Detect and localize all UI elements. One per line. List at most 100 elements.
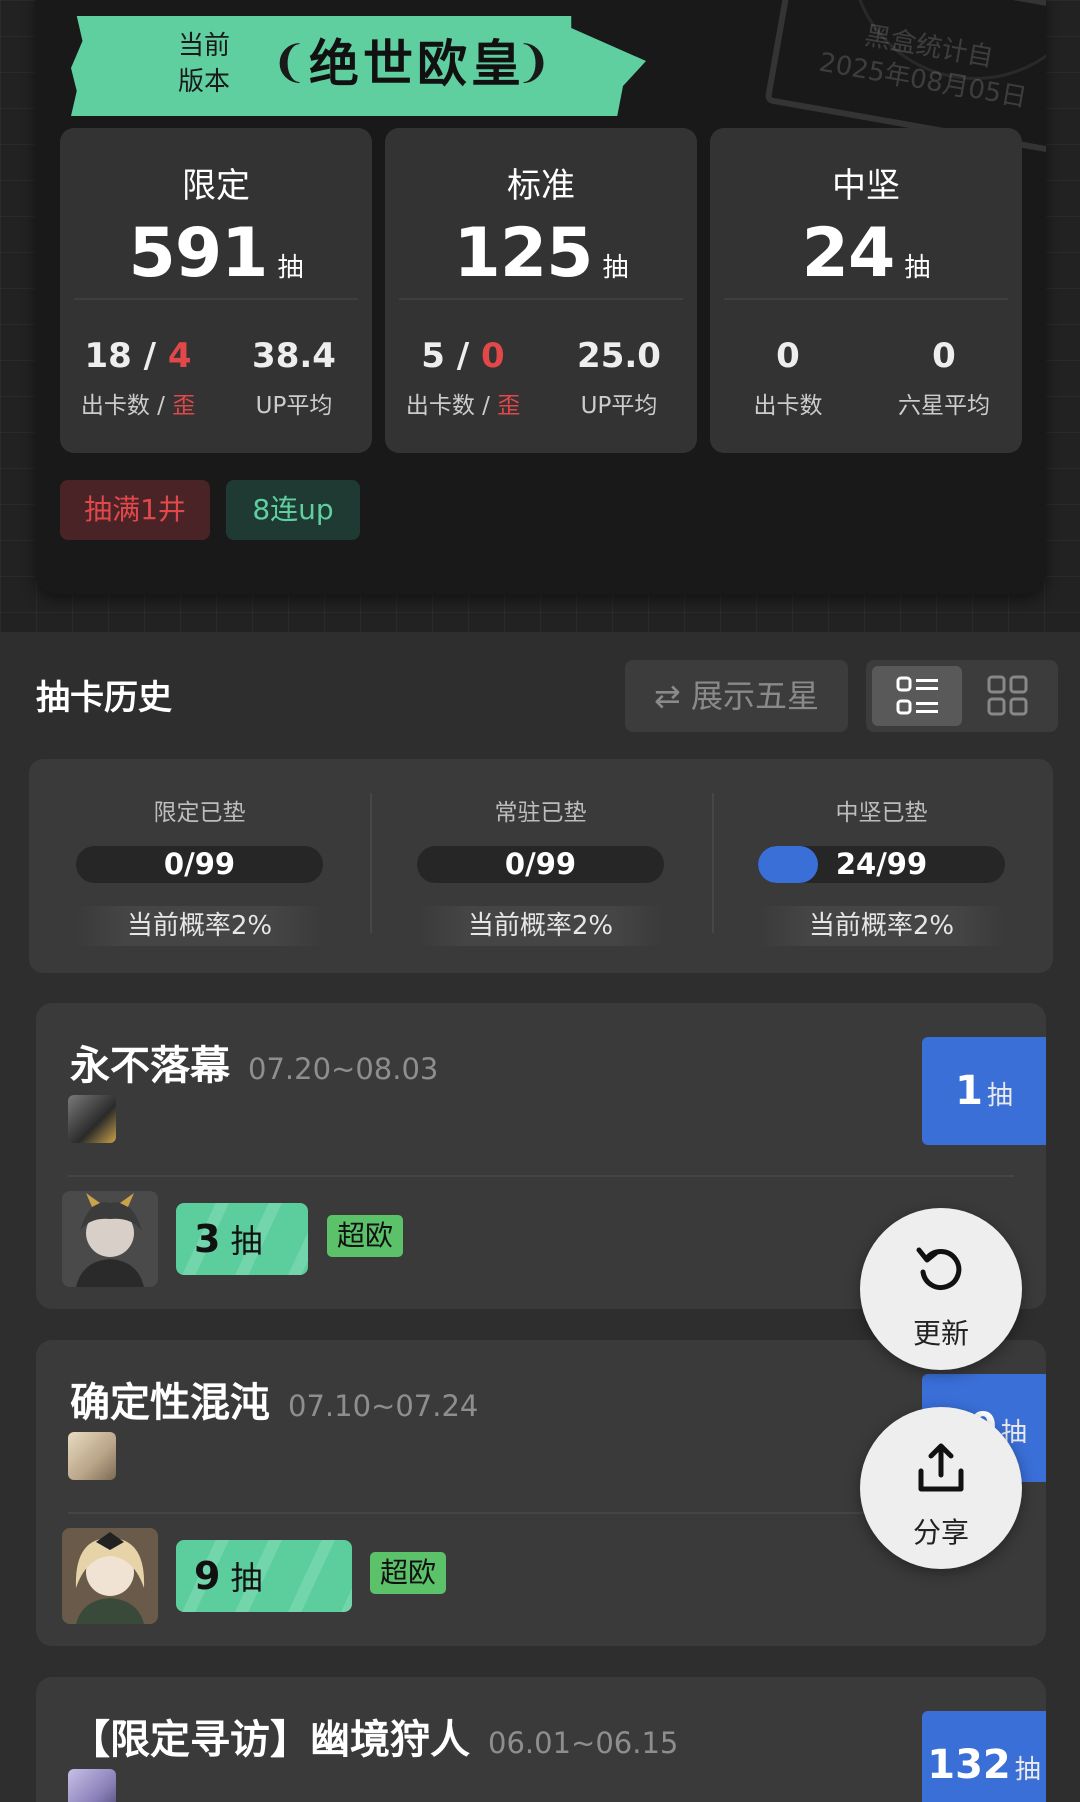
pity-label: 限定已垫: [153, 800, 246, 826]
banner-card[interactable]: 【限定寻访】幽境狩人 06.01~06.15 132 抽: [36, 1677, 1046, 1802]
divider: [724, 298, 1008, 300]
refresh-icon: [916, 1247, 962, 1290]
banner-dates: 06.01~06.15: [488, 1726, 679, 1760]
pity-value: 0/99: [163, 847, 236, 881]
tag-streak-up: 8连up: [226, 480, 360, 540]
average-value: 0: [932, 336, 956, 376]
pity-progress-bar: 0/99: [417, 846, 664, 883]
stat-total: 24 抽: [710, 214, 1022, 293]
grid-view-button[interactable]: [962, 666, 1052, 726]
banner-title: 永不落幕 07.20~08.03: [70, 1033, 438, 1091]
stat-title: 中坚: [832, 166, 900, 206]
stat-total-unit: 抽: [602, 253, 629, 283]
average-label: UP平均: [255, 393, 333, 419]
refresh-label: 更新: [912, 1317, 969, 1350]
banner-title: 【限定寻访】幽境狩人 06.01~06.15: [70, 1707, 678, 1765]
pity-rate: 当前概率2%: [417, 906, 664, 946]
character-avatar[interactable]: [62, 1528, 158, 1624]
mini-character-avatar: [68, 1769, 116, 1802]
share-icon: [918, 1443, 964, 1492]
share-button[interactable]: 分享: [860, 1407, 1022, 1569]
share-label: 分享: [912, 1516, 969, 1549]
stat-box-limited[interactable]: 限定 591 抽 18 / 4 出卡数 / 歪 38.4 UP平均: [60, 128, 372, 453]
stat-title: 限定: [182, 166, 250, 206]
laurel-left-icon: ❨: [271, 37, 308, 88]
luck-tag: 超欧: [370, 1552, 447, 1594]
pull-number: 9: [194, 1554, 221, 1598]
pity-standard: 常驻已垫 0/99 当前概率2%: [370, 759, 711, 973]
pity-panel: 限定已垫 0/99 当前概率2% 常驻已垫 0/99 当前概率2% 中坚已垫 2…: [29, 759, 1053, 973]
stat-average: 0 六星平均: [866, 336, 1022, 420]
pull-count-pill: 9抽: [176, 1540, 352, 1612]
luck-tag: 超欧: [327, 1215, 404, 1257]
cards-label: 出卡数 /: [80, 393, 173, 419]
pity-label: 中坚已垫: [835, 800, 928, 826]
character-portrait-icon: [62, 1191, 158, 1287]
average-value: 25.0: [577, 336, 661, 376]
pull-unit: 抽: [230, 1559, 263, 1597]
pull-number: 3: [194, 1217, 221, 1261]
pity-limited: 限定已垫 0/99 当前概率2%: [29, 759, 370, 973]
refresh-button[interactable]: 更新: [860, 1208, 1022, 1370]
list-view-icon: [896, 676, 938, 715]
show-five-star-button[interactable]: ⇄ 展示五星: [625, 660, 848, 732]
banner-title: 确定性混沌 07.10~07.24: [70, 1370, 478, 1428]
pull-count: 1: [955, 1068, 983, 1114]
banner-name: 确定性混沌: [70, 1380, 270, 1426]
cards-count: 18: [84, 336, 132, 376]
version-label: 当前 版本: [177, 31, 230, 97]
pity-progress-bar: 0/99: [76, 846, 323, 883]
mini-character-avatar: [68, 1095, 116, 1143]
stat-average: 25.0 UP平均: [541, 336, 697, 420]
view-toggle: [866, 660, 1058, 732]
off-count: 0: [481, 336, 505, 376]
version-name: 绝世欧皇: [309, 35, 525, 93]
pull-count-badge: 1抽: [922, 1037, 1046, 1145]
divider: [74, 298, 358, 300]
character-avatar[interactable]: [62, 1191, 158, 1287]
banner-dates: 07.20~08.03: [248, 1052, 439, 1086]
pull-count: 132: [927, 1742, 1011, 1788]
pity-progress-bar: 24/99: [758, 846, 1005, 883]
divider: [399, 298, 683, 300]
average-label: 六星平均: [898, 393, 990, 419]
pity-rate: 当前概率2%: [76, 906, 323, 946]
laurel-right-icon: ❩: [515, 37, 552, 88]
summary-card: 黑盒统计自 2025年08月05日 当前 版本 ❨ 绝世欧皇 ❩ 限定 591 抽…: [35, 0, 1046, 594]
list-view-button[interactable]: [872, 666, 962, 726]
pity-core: 中坚已垫 24/99 当前概率2%: [711, 759, 1052, 973]
stat-total-number: 125: [453, 214, 594, 293]
mini-character-avatar: [68, 1432, 116, 1480]
pity-value: 0/99: [504, 847, 577, 881]
pity-label: 常驻已垫: [494, 800, 587, 826]
stat-box-standard[interactable]: 标准 125 抽 5 / 0 出卡数 / 歪 25.0 UP平均: [385, 128, 697, 453]
character-portrait-icon: [62, 1528, 158, 1624]
grid-view-icon: [987, 675, 1028, 716]
history-title: 抽卡历史: [36, 678, 172, 718]
stat-box-core[interactable]: 中坚 24 抽 0 出卡数 0 六星平均: [710, 128, 1022, 453]
cards-label: 出卡数: [753, 393, 823, 419]
banner-name: 永不落幕: [70, 1043, 230, 1089]
version-banner: 当前 版本 ❨ 绝世欧皇 ❩: [71, 16, 646, 116]
pity-value: 24/99: [835, 847, 928, 881]
cards-sep: /: [131, 336, 168, 376]
stat-total-unit: 抽: [904, 253, 931, 283]
pull-count-badge: 132 抽: [922, 1711, 1046, 1802]
off-label: 歪: [172, 393, 196, 419]
stat-total: 125 抽: [385, 214, 697, 293]
stat-total: 591 抽: [60, 214, 372, 293]
stat-average: 38.4 UP平均: [216, 336, 372, 420]
pull-count-pill: 3抽: [176, 1203, 308, 1275]
cards-count: 0: [776, 336, 800, 376]
cards-label: 出卡数 /: [405, 393, 498, 419]
banner-dates: 07.10~07.24: [288, 1389, 479, 1423]
pull-count-unit: 抽: [986, 1081, 1013, 1111]
pull-count-unit: 抽: [1014, 1755, 1041, 1785]
average-value: 38.4: [252, 336, 336, 376]
stat-cards: 0 出卡数: [710, 336, 866, 420]
cards-count: 5: [421, 336, 445, 376]
stat-title: 标准: [507, 166, 575, 206]
stat-total-number: 24: [801, 214, 896, 293]
stat-total-number: 591: [128, 214, 269, 293]
off-label: 歪: [497, 393, 521, 419]
